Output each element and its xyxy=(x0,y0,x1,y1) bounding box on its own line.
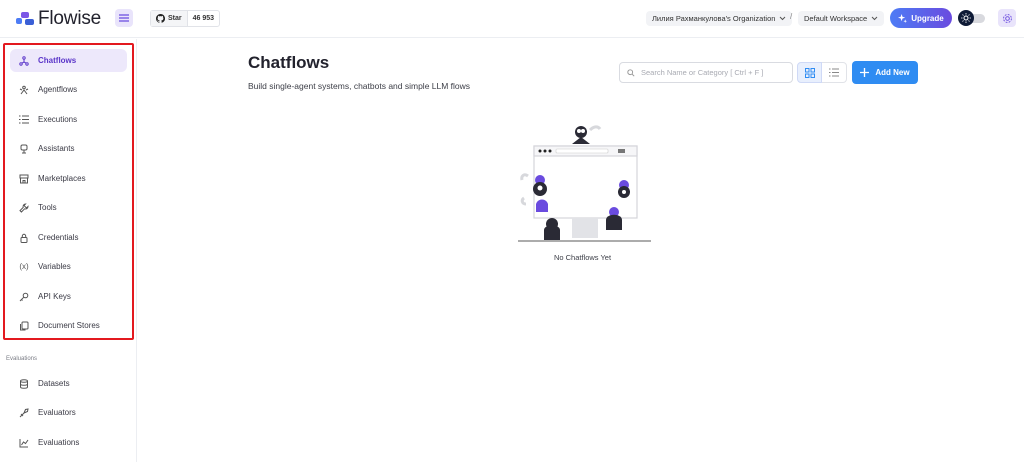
upgrade-label: Upgrade xyxy=(911,13,944,23)
workspace-name: Default Workspace xyxy=(804,14,868,23)
sun-icon xyxy=(958,10,974,26)
app-name: Flowise xyxy=(38,8,102,29)
variable-icon: (x) xyxy=(19,262,29,271)
evaluator-icon xyxy=(10,407,38,418)
sidebar-item-chatflows[interactable]: Chatflows xyxy=(10,49,127,72)
sidebar-item-credentials[interactable]: Credentials xyxy=(10,226,127,249)
search-placeholder: Search Name or Category [ Ctrl + F ] xyxy=(641,68,764,77)
plus-icon xyxy=(860,68,870,77)
upgrade-button[interactable]: Upgrade xyxy=(890,8,952,28)
add-new-button[interactable]: Add New xyxy=(852,61,918,84)
organization-name: Лилия Рахманкулова's Organization xyxy=(652,14,776,23)
sidebar-item-label: Tools xyxy=(38,203,57,212)
sidebar-item-evaluators[interactable]: Evaluators xyxy=(10,401,127,424)
workspace-selector[interactable]: Default Workspace xyxy=(798,11,885,26)
sidebar-item-executions[interactable]: Executions xyxy=(10,108,127,131)
menu-toggle-button[interactable] xyxy=(115,9,133,27)
list-icon xyxy=(10,115,38,124)
github-star-label: Star xyxy=(168,15,182,22)
add-new-label: Add New xyxy=(875,68,910,77)
search-input[interactable]: Search Name or Category [ Ctrl + F ] xyxy=(619,62,793,83)
sidebar-item-document-stores[interactable]: Document Stores xyxy=(10,314,127,337)
sparkle-icon xyxy=(898,13,908,23)
github-icon xyxy=(156,14,165,23)
database-icon xyxy=(10,378,38,389)
store-icon xyxy=(10,174,38,184)
top-header: Flowise Star 46 953 Лилия Рахманкулова's… xyxy=(0,0,1024,38)
sidebar-item-label: Credentials xyxy=(38,233,79,242)
sidebar-item-label: Datasets xyxy=(38,379,70,388)
list-icon xyxy=(829,68,839,77)
sidebar-item-label: Marketplaces xyxy=(38,174,86,183)
organization-selector[interactable]: Лилия Рахманкулова's Organization xyxy=(646,11,793,26)
chevron-down-icon xyxy=(780,16,786,21)
sidebar-item-evaluations[interactable]: Evaluations xyxy=(10,431,127,454)
app-logo[interactable]: Flowise xyxy=(16,8,101,30)
gear-icon xyxy=(1002,13,1012,23)
sidebar-item-label: Evaluations xyxy=(38,438,80,447)
files-icon xyxy=(10,321,38,331)
sidebar-section-title: Evaluations xyxy=(6,356,38,362)
empty-state-text: No Chatflows Yet xyxy=(553,253,612,262)
menu-icon xyxy=(119,14,129,22)
github-star-count: 46 953 xyxy=(192,15,215,22)
github-star-widget[interactable]: Star 46 953 xyxy=(150,10,221,27)
search-icon xyxy=(627,68,635,77)
key-icon xyxy=(10,292,38,302)
sidebar: Chatflows Agentflows Executions Assistan… xyxy=(0,39,137,462)
sidebar-item-label: Executions xyxy=(38,115,78,124)
chatflow-icon xyxy=(10,55,38,66)
sidebar-item-label: Evaluators xyxy=(38,408,76,417)
sidebar-item-marketplaces[interactable]: Marketplaces xyxy=(10,167,127,190)
sidebar-item-agentflows[interactable]: Agentflows xyxy=(10,78,127,101)
sidebar-item-label: API Keys xyxy=(38,292,71,301)
lock-icon xyxy=(10,233,38,243)
breadcrumb-separator: / xyxy=(790,12,793,21)
sidebar-item-variables[interactable]: (x) Variables xyxy=(10,255,127,278)
page-title: Chatflows xyxy=(248,53,330,72)
sidebar-item-api-keys[interactable]: API Keys xyxy=(10,285,127,308)
grid-view-button[interactable] xyxy=(797,62,822,83)
sidebar-item-assistants[interactable]: Assistants xyxy=(10,137,127,160)
agentflow-icon xyxy=(10,85,38,95)
tool-icon xyxy=(10,202,38,213)
sidebar-item-label: Assistants xyxy=(38,144,75,153)
page-subtitle: Build single-agent systems, chatbots and… xyxy=(248,81,471,91)
sidebar-item-datasets[interactable]: Datasets xyxy=(10,372,127,395)
sidebar-item-label: Agentflows xyxy=(38,85,78,94)
list-view-button[interactable] xyxy=(822,62,847,83)
chart-icon xyxy=(10,438,38,448)
sidebar-item-label: Document Stores xyxy=(38,321,100,330)
chevron-down-icon xyxy=(871,16,878,21)
logo-icon xyxy=(16,12,34,26)
grid-icon xyxy=(804,67,815,78)
empty-state-illustration xyxy=(518,125,651,242)
theme-toggle[interactable] xyxy=(958,10,986,26)
robot-icon xyxy=(10,144,38,154)
sidebar-item-label: Variables xyxy=(38,262,71,271)
settings-button[interactable] xyxy=(998,9,1016,27)
sidebar-item-tools[interactable]: Tools xyxy=(10,196,127,219)
sidebar-item-label: Chatflows xyxy=(38,56,77,65)
